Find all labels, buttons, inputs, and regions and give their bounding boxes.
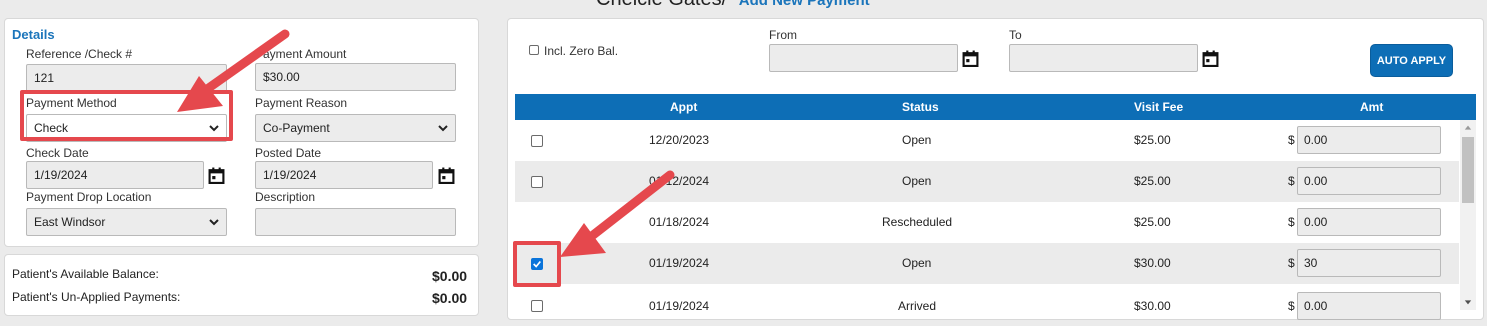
to-label: To xyxy=(1009,28,1022,42)
row-checkbox[interactable] xyxy=(531,176,543,188)
visit-fee: $25.00 xyxy=(1134,215,1171,229)
chevron-down-icon xyxy=(209,219,219,226)
amt-input[interactable]: 0.00 xyxy=(1297,292,1441,320)
drop-location-value: East Windsor xyxy=(34,215,106,229)
currency-symbol: $ xyxy=(1288,133,1295,147)
calendar-icon[interactable] xyxy=(1202,50,1219,67)
appt-status: Open xyxy=(902,174,932,188)
visit-fee: $25.00 xyxy=(1134,133,1171,147)
check-date-label: Check Date xyxy=(26,146,89,160)
annotation-arrow-icon xyxy=(560,170,675,257)
amt-input[interactable]: 0.00 xyxy=(1297,126,1441,154)
from-date-input[interactable] xyxy=(769,44,958,72)
add-new-payment-link[interactable]: Add New Payment xyxy=(739,0,870,9)
annotation-arrow-icon xyxy=(177,29,290,112)
reference-label: Reference /Check # xyxy=(26,47,133,61)
row-checkbox[interactable] xyxy=(531,135,543,147)
header-separator: / xyxy=(722,0,728,10)
currency-symbol: $ xyxy=(1288,215,1295,229)
auto-apply-button[interactable]: AUTO APPLY xyxy=(1370,44,1453,77)
column-header-amt[interactable]: Amt xyxy=(1360,100,1383,114)
column-header-appt[interactable]: Appt xyxy=(670,100,697,114)
currency-symbol: $ xyxy=(1288,174,1295,188)
appt-status: Arrived xyxy=(898,299,937,313)
currency-symbol: $ xyxy=(1288,299,1295,313)
page-header: Cheicie Gates/ Add New Payment xyxy=(596,0,870,11)
available-balance-label: Patient's Available Balance: xyxy=(12,267,159,281)
patient-name: Cheicie Gates xyxy=(596,0,722,10)
appt-date: 12/20/2023 xyxy=(649,133,710,147)
table-header: Appt Status Visit Fee Amt xyxy=(515,94,1476,120)
amt-input[interactable]: 0.00 xyxy=(1297,167,1441,195)
unapplied-payments-label: Patient's Un-Applied Payments: xyxy=(12,290,181,304)
scrollbar-thumb[interactable] xyxy=(1462,137,1474,203)
details-title: Details xyxy=(12,27,55,42)
unapplied-payments-row: Patient's Un-Applied Payments: xyxy=(12,290,180,304)
description-input[interactable] xyxy=(255,208,456,236)
amt-input[interactable]: 0.00 xyxy=(1297,208,1441,236)
drop-location-label: Payment Drop Location xyxy=(26,190,152,204)
available-balance-row: Patient's Available Balance: xyxy=(12,267,159,281)
check-date-input[interactable]: 1/19/2024 xyxy=(26,161,204,189)
table-row: 01/19/2024 Arrived $30.00 $ 0.00 xyxy=(515,284,1459,320)
chevron-down-icon xyxy=(438,125,448,132)
amt-input[interactable]: 30 xyxy=(1297,249,1441,277)
available-balance-value: $0.00 xyxy=(432,268,468,284)
visit-fee: $30.00 xyxy=(1134,256,1171,270)
scroll-up-icon[interactable] xyxy=(1464,124,1472,132)
appt-status: Open xyxy=(902,256,932,270)
unapplied-payments-value: $0.00 xyxy=(432,290,468,306)
description-label: Description xyxy=(255,190,316,204)
appt-date: 01/19/2024 xyxy=(649,299,710,313)
column-header-visit-fee[interactable]: Visit Fee xyxy=(1134,100,1183,114)
incl-zero-bal-label: Incl. Zero Bal. xyxy=(544,44,619,58)
appt-status: Rescheduled xyxy=(882,215,953,229)
currency-symbol: $ xyxy=(1288,256,1295,270)
appt-status: Open xyxy=(902,133,932,147)
visit-fee: $25.00 xyxy=(1134,174,1171,188)
row-checkbox[interactable] xyxy=(531,300,543,312)
posted-date-input[interactable]: 1/19/2024 xyxy=(255,161,433,189)
from-label: From xyxy=(769,28,797,42)
balances-panel xyxy=(4,254,479,316)
drop-location-select[interactable]: East Windsor xyxy=(26,208,227,236)
incl-zero-bal-checkbox[interactable] xyxy=(529,45,539,55)
table-row: 12/20/2023 Open $25.00 $ 0.00 xyxy=(515,120,1459,161)
posted-date-label: Posted Date xyxy=(255,146,322,160)
visit-fee: $30.00 xyxy=(1134,299,1171,313)
calendar-icon[interactable] xyxy=(962,50,979,67)
calendar-icon[interactable] xyxy=(208,167,225,184)
column-header-status[interactable]: Status xyxy=(902,100,939,114)
to-date-input[interactable] xyxy=(1009,44,1198,72)
scroll-down-icon[interactable] xyxy=(1464,298,1472,306)
calendar-icon[interactable] xyxy=(438,167,455,184)
